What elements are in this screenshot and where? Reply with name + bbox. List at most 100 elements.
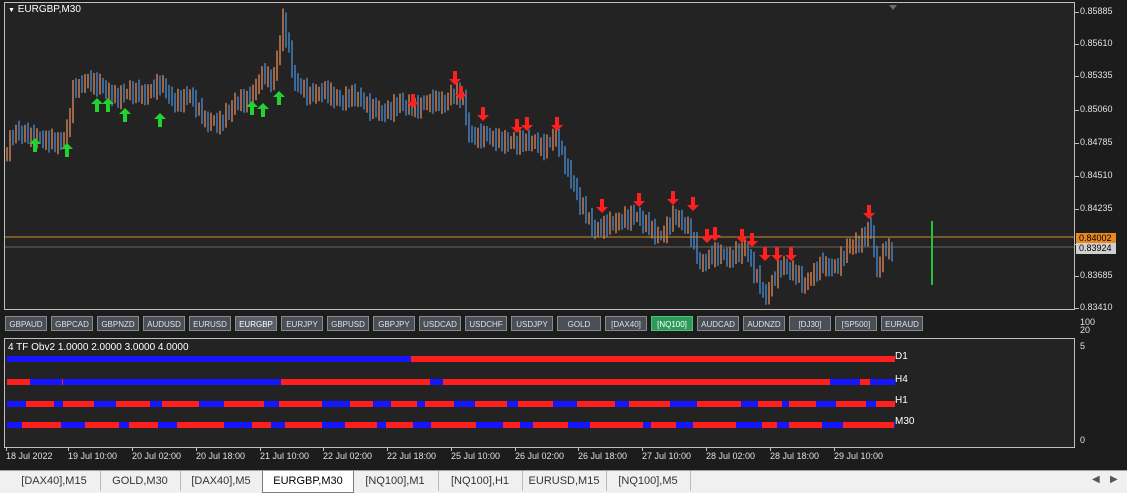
symbol-button[interactable]: GBPAUD (5, 316, 47, 331)
sell-arrow-icon (736, 229, 748, 243)
symbol-button[interactable]: EURAUD (881, 316, 923, 331)
obv-m30-segment (777, 422, 789, 428)
obv-h4-blue-segment (870, 379, 895, 385)
obv-h4-blue-segment (30, 379, 62, 385)
obv-h1-segment (398, 401, 417, 407)
obv-h1-segment (697, 401, 713, 407)
symbol-button[interactable]: [DJ30] (789, 316, 831, 331)
indicator-pane[interactable] (4, 338, 1075, 448)
price-axis-label: 0.83410 (1080, 302, 1113, 312)
obv-m30-segment (651, 422, 662, 428)
obv-h1-segment (373, 401, 391, 407)
obv-m30-segment (7, 422, 22, 428)
obv-m30-segment (693, 422, 713, 428)
indicator-chart (7, 356, 895, 428)
symbol-button[interactable]: EURJPY (281, 316, 323, 331)
obv-h1-segment (577, 401, 590, 407)
price-axis-label: 0.84785 (1080, 137, 1113, 147)
symbol-button[interactable]: GBPNZD (97, 316, 139, 331)
obv-h4-blue-segment (830, 379, 860, 385)
symbol-button[interactable]: AUDUSD (143, 316, 185, 331)
obv-m30-segment (590, 422, 615, 428)
obv-m30-segment (822, 422, 843, 428)
obv-h1-segment (7, 401, 26, 407)
sell-arrow-icon (771, 247, 783, 261)
symbol-button[interactable]: GBPUSD (327, 316, 369, 331)
obv-m30-segment (503, 422, 510, 428)
obv-h1-segment (306, 401, 322, 407)
symbol-button[interactable]: USDCAD (419, 316, 461, 331)
time-axis-tick (706, 448, 707, 451)
obv-m30-segment (322, 422, 345, 428)
tab-scroll-left-icon[interactable]: ◀ (1092, 474, 1100, 485)
chart-tab[interactable]: [NQ100],H1 (438, 471, 523, 491)
obv-m30-segment (371, 422, 377, 428)
symbol-button[interactable]: AUDNZD (743, 316, 785, 331)
sell-arrow-icon (759, 247, 771, 261)
obv-m30-segment (762, 422, 768, 428)
price-axis-tick (1075, 176, 1079, 177)
tf-label-h1: H1 (895, 395, 908, 406)
obv-h1-segment (417, 401, 425, 407)
obv-h4-blue-segment (430, 379, 443, 385)
indicator-scale (1075, 336, 1127, 448)
obv-m30-segment (40, 422, 61, 428)
symbol-button[interactable]: EURUSD (189, 316, 231, 331)
obv-m30-segment (177, 422, 199, 428)
chart-shift-marker-icon (889, 5, 897, 10)
obv-h1-segment (367, 401, 373, 407)
time-axis-tick (196, 448, 197, 451)
obv-h1-segment (322, 401, 350, 407)
obv-m30-segment (804, 422, 822, 428)
time-axis-label: 26 Jul 02:00 (515, 451, 565, 461)
obv-m30-segment (452, 422, 476, 428)
chart-tab[interactable]: [DAX40],M15 (8, 471, 101, 491)
symbol-button[interactable]: AUDCAD (697, 316, 739, 331)
chart-tab[interactable]: [NQ100],M1 (352, 471, 439, 491)
chart-tab[interactable]: [DAX40],M5 (180, 471, 263, 491)
obv-m30-segment (377, 422, 386, 428)
buy-arrow-icon (119, 108, 131, 122)
sell-arrow-icon (521, 117, 533, 131)
obv-h1-segment (553, 401, 577, 407)
indicator-title: 4 TF Obv2 1.0000 2.0000 3.0000 4.0000 (8, 342, 189, 353)
chart-tab[interactable]: [NQ100],M5 (606, 471, 691, 491)
tab-scroll-right-icon[interactable]: ▶ (1110, 474, 1118, 485)
symbol-button[interactable]: USDJPY (511, 316, 553, 331)
obv-m30-segment (549, 422, 568, 428)
symbol-button[interactable]: EURGBP (235, 316, 277, 331)
time-axis-label: 21 Jul 10:00 (260, 451, 310, 461)
symbol-button[interactable]: [DAX40] (605, 316, 647, 331)
obv-h1-segment (63, 401, 84, 407)
dropdown-triangle-icon[interactable]: ▼ (8, 7, 15, 14)
symbol-button[interactable]: [SP500] (835, 316, 877, 331)
symbol-button[interactable]: GOLD (557, 316, 601, 331)
chart-tab[interactable]: EURGBP,M30 (262, 471, 354, 493)
obv-m30-segment (533, 422, 549, 428)
price-axis-tick (1075, 110, 1079, 111)
obv-m30-segment (386, 422, 398, 428)
time-axis-tick (515, 448, 516, 451)
obv-m30-segment (431, 422, 452, 428)
obv-m30-segment (224, 422, 252, 428)
indicator-scale-bottom: 0 (1080, 435, 1086, 445)
symbol-button[interactable]: GBPJPY (373, 316, 415, 331)
obv-h1-segment (475, 401, 485, 407)
obv-h1-segment (485, 401, 507, 407)
sell-arrow-icon (511, 119, 523, 133)
obv-h1-segment (279, 401, 306, 407)
symbol-button[interactable]: USDCHF (465, 316, 507, 331)
chart-tab[interactable]: EURUSD,M15 (522, 471, 607, 491)
bid-price-tag: 0.83924 (1076, 243, 1116, 254)
symbol-button[interactable]: GBPCAD (51, 316, 93, 331)
obv-h1-segment (789, 401, 808, 407)
symbol-button[interactable]: [NQ100] (651, 316, 693, 331)
obv-h1-segment (741, 401, 758, 407)
main-chart-pane[interactable] (4, 2, 1075, 310)
chart-tab[interactable]: GOLD,M30 (100, 471, 181, 491)
obv-h1-segment (54, 401, 63, 407)
obv-m30-segment (252, 422, 260, 428)
obv-h1-segment (264, 401, 279, 407)
price-axis-tick (1075, 44, 1079, 45)
obv-m30-segment (662, 422, 676, 428)
